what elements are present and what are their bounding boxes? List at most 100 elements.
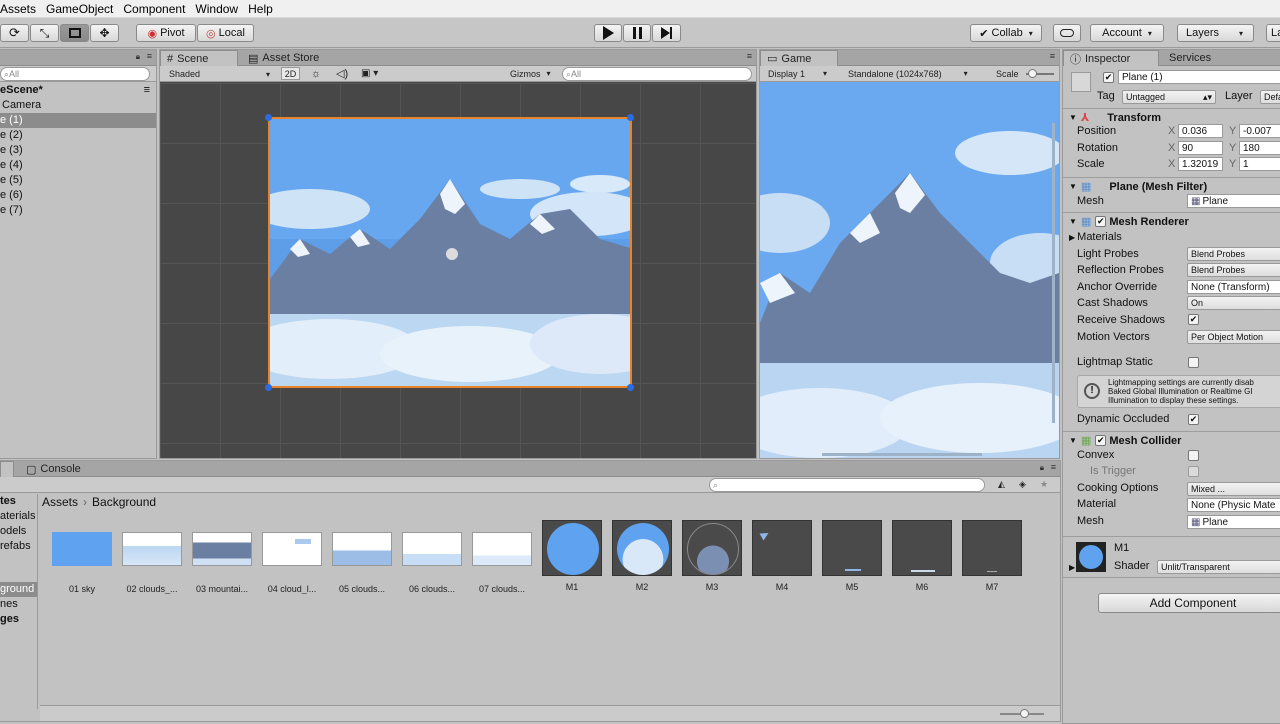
rotation-y-field[interactable]: 180 <box>1239 141 1280 155</box>
folder-item[interactable]: odels <box>0 524 37 539</box>
tab-project[interactable] <box>0 461 14 477</box>
mesh-renderer-header[interactable]: ▼ ▦ ✔ Mesh Renderer <box>1063 212 1280 230</box>
object-name-field[interactable]: Plane (1) <box>1118 70 1280 84</box>
lock-icon[interactable]: 🔒︎ <box>136 52 140 62</box>
position-x-field[interactable]: 0.036 <box>1178 124 1223 138</box>
handle-bottom-left[interactable] <box>265 384 272 391</box>
hierarchy-item[interactable]: e (6) <box>0 188 156 203</box>
display-dropdown[interactable]: Display 1 <box>768 67 827 80</box>
filter-type-icon[interactable]: ◭ <box>998 478 1005 491</box>
cast-shadows-dropdown[interactable]: On <box>1187 296 1280 310</box>
shader-dropdown[interactable]: Unlit/Transparent <box>1157 560 1280 574</box>
asset-item[interactable]: 02 clouds_... <box>120 520 184 594</box>
hierarchy-item[interactable]: e (1) <box>0 113 156 128</box>
rotation-x-field[interactable]: 90 <box>1178 141 1223 155</box>
2d-toggle[interactable]: 2D <box>281 67 300 80</box>
gizmos-dropdown[interactable]: Gizmos <box>510 67 551 80</box>
pause-button[interactable] <box>623 24 651 42</box>
materials-row[interactable]: ▶ Materials <box>1069 229 1122 245</box>
asset-item[interactable]: 03 mountai... <box>190 520 254 594</box>
material-foldout-icon[interactable]: ▶ <box>1069 563 1075 572</box>
tab-asset-store[interactable]: ▤ Asset Store <box>242 50 325 66</box>
asset-item[interactable]: M6 <box>890 520 954 592</box>
local-toggle-button[interactable]: ◎ Local <box>197 24 254 42</box>
project-search-input[interactable]: ⌕ <box>709 478 985 492</box>
scene-search-input[interactable]: ⌕ All <box>562 67 752 81</box>
account-dropdown[interactable]: Account <box>1090 24 1164 42</box>
folder-item[interactable]: ges <box>0 612 37 627</box>
pivot-toggle-button[interactable]: ◉ Pivot <box>136 24 196 42</box>
hierarchy-item[interactable]: e (2) <box>0 128 156 143</box>
selected-plane[interactable] <box>268 117 632 388</box>
hierarchy-item[interactable]: e (3) <box>0 143 156 158</box>
shading-mode-dropdown[interactable]: Shaded <box>166 67 274 81</box>
asset-item[interactable]: 07 clouds... <box>470 520 534 594</box>
scene-root-row[interactable]: eScene* ≡ <box>0 82 156 98</box>
receive-shadows-checkbox[interactable]: ✔ <box>1188 314 1199 325</box>
hierarchy-item[interactable]: e (5) <box>0 173 156 188</box>
asset-item[interactable]: 06 clouds... <box>400 520 464 594</box>
asset-item[interactable]: M2 <box>610 520 674 592</box>
dynamic-occluded-checkbox[interactable]: ✔ <box>1188 414 1199 425</box>
asset-item[interactable]: M4 <box>750 520 814 592</box>
cloud-button[interactable] <box>1053 24 1081 42</box>
lighting-toggle[interactable]: ☼ <box>311 67 321 80</box>
panel-menu-icon[interactable]: ≡ <box>1051 462 1056 472</box>
menu-help[interactable]: Help <box>243 2 278 16</box>
resolution-dropdown[interactable]: Standalone (1024x768) <box>848 67 968 80</box>
tab-game[interactable]: ▭ Game <box>760 50 838 66</box>
lightmap-static-checkbox[interactable] <box>1188 357 1199 368</box>
effects-dropdown[interactable]: ▣ ▾ <box>361 67 378 80</box>
asset-item[interactable]: 04 cloud_l... <box>260 520 324 594</box>
layer-dropdown[interactable]: Defa <box>1260 90 1280 104</box>
add-component-button[interactable]: Add Component <box>1098 593 1280 613</box>
hierarchy-item[interactable]: Camera <box>0 98 156 113</box>
thumbnail-size-thumb[interactable] <box>1020 709 1029 718</box>
tab-services[interactable]: Services <box>1163 50 1217 66</box>
layers-dropdown[interactable]: Layers <box>1177 24 1254 42</box>
handle-top-left[interactable] <box>265 114 272 121</box>
favorite-star-icon[interactable]: ★ <box>1040 478 1048 491</box>
lock-icon[interactable]: 🔒︎ <box>1040 463 1044 473</box>
audio-toggle[interactable]: ◁) <box>336 67 348 80</box>
tab-inspector[interactable]: ⓘ Inspector <box>1063 50 1159 66</box>
convex-checkbox[interactable] <box>1188 450 1199 461</box>
scale-slider[interactable] <box>1026 67 1054 80</box>
active-checkbox[interactable]: ✔ <box>1103 72 1114 83</box>
asset-item[interactable]: 01 sky <box>50 520 114 594</box>
asset-item[interactable]: M3 <box>680 520 744 592</box>
handle-top-right[interactable] <box>627 114 634 121</box>
anchor-override-field[interactable]: None (Transform) <box>1187 280 1280 294</box>
collab-dropdown[interactable]: ✔ Collab <box>970 24 1042 42</box>
reflection-probes-dropdown[interactable]: Blend Probes <box>1187 263 1280 277</box>
tag-dropdown[interactable]: Untagged ▴▾ <box>1122 90 1216 104</box>
scene-menu-icon[interactable]: ≡ <box>144 84 150 96</box>
filter-label-icon[interactable]: ◈ <box>1019 478 1026 491</box>
breadcrumb-background[interactable]: Background <box>92 495 156 509</box>
tab-scene[interactable]: # Scene <box>160 50 238 66</box>
asset-item[interactable]: 05 clouds... <box>330 520 394 594</box>
layout-dropdown[interactable]: La <box>1266 24 1280 42</box>
breadcrumb-assets[interactable]: Assets <box>42 495 78 509</box>
tab-console[interactable]: ▢ Console <box>20 461 87 477</box>
rect-tool-button[interactable] <box>60 24 89 42</box>
scale-slider-thumb[interactable] <box>1028 68 1037 78</box>
cooking-options-dropdown[interactable]: Mixed ... <box>1187 482 1280 496</box>
folder-item[interactable]: aterials <box>0 509 37 524</box>
mesh-renderer-enabled-checkbox[interactable]: ✔ <box>1095 216 1107 227</box>
mesh-collider-enabled-checkbox[interactable]: ✔ <box>1095 435 1107 446</box>
hierarchy-search-input[interactable]: ⌕ All <box>0 67 150 81</box>
rotate-tool-button[interactable]: ⟳ <box>0 24 29 42</box>
menu-component[interactable]: Component <box>118 2 190 16</box>
menu-gameobject[interactable]: GameObject <box>41 2 118 16</box>
scale-y-field[interactable]: 1 <box>1239 157 1280 171</box>
folder-item[interactable]: refabs <box>0 539 37 554</box>
scale-tool-button[interactable]: ⤡ <box>30 24 59 42</box>
asset-item[interactable]: M5 <box>820 520 884 592</box>
folder-item[interactable]: tes <box>0 494 37 509</box>
folder-item[interactable]: nes <box>0 597 37 612</box>
panel-menu-icon[interactable]: ≡ <box>747 51 752 61</box>
panel-menu-icon[interactable]: ≡ <box>1050 51 1055 61</box>
physic-material-field[interactable]: None (Physic Mate <box>1187 498 1280 512</box>
asset-item[interactable]: M7 <box>960 520 1024 592</box>
